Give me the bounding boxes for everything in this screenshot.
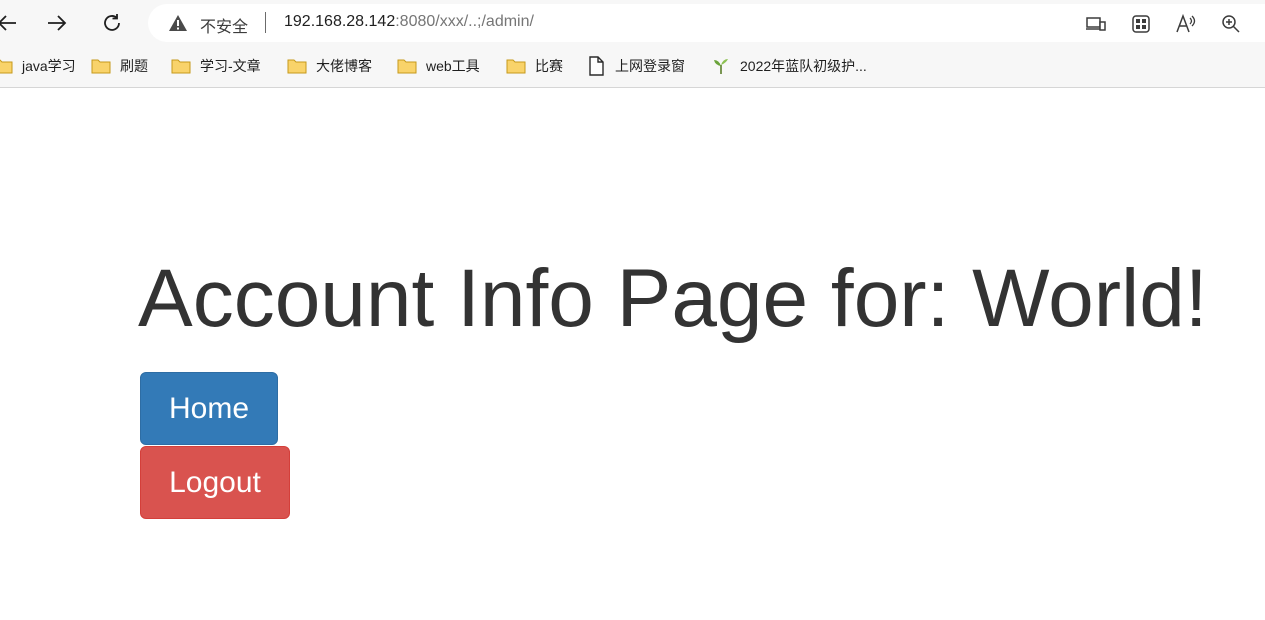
url-text[interactable]: 192.168.28.142:8080/xxx/..;/admin/: [284, 13, 534, 31]
bookmark-competitions[interactable]: 比赛: [505, 55, 563, 77]
bookmark-label: 刷题: [120, 58, 148, 74]
sprout-icon: [710, 57, 732, 75]
bookmark-label: 比赛: [535, 58, 563, 74]
address-bar[interactable]: 不安全 192.168.28.142:8080/xxx/..;/admin/: [148, 4, 1265, 42]
page-icon: [585, 56, 607, 76]
device-icon[interactable]: [1085, 13, 1107, 35]
folder-icon: [170, 57, 192, 75]
folder-icon: [505, 57, 527, 75]
bookmark-study-articles[interactable]: 学习-文章: [170, 55, 261, 77]
bookmark-label: java学习: [22, 58, 76, 74]
folder-icon: [90, 57, 112, 75]
logout-button[interactable]: Logout: [140, 446, 290, 519]
bookmark-shuati[interactable]: 刷题: [90, 55, 148, 77]
folder-icon: [396, 57, 418, 75]
home-button[interactable]: Home: [140, 372, 278, 445]
address-separator: [265, 12, 266, 33]
warning-icon[interactable]: [168, 14, 188, 32]
bookmark-label: 2022年蓝队初级护...: [740, 58, 867, 74]
apps-icon[interactable]: [1130, 13, 1152, 35]
forward-icon[interactable]: [42, 8, 72, 38]
bookmark-label: 学习-文章: [200, 58, 261, 74]
bookmark-login-portal[interactable]: 上网登录窗: [585, 55, 685, 77]
read-aloud-icon[interactable]: [1175, 13, 1197, 35]
security-label[interactable]: 不安全: [200, 13, 248, 37]
url-host: 192.168.28.142: [284, 13, 396, 30]
bookmark-label: web工具: [426, 58, 480, 74]
url-path: :8080/xxx/..;/admin/: [395, 13, 534, 30]
folder-icon: [0, 57, 14, 75]
bookmark-java[interactable]: java学习: [0, 55, 76, 77]
page-title: Account Info Page for: World!: [138, 253, 1208, 344]
reload-icon[interactable]: [97, 8, 127, 38]
bookmark-blue-team[interactable]: 2022年蓝队初级护...: [710, 55, 867, 77]
bookmarks-bar: java学习 刷题 学习-文章 大佬博客 web工具 比赛 上网登录窗 2022…: [0, 46, 1265, 88]
bookmark-blogs[interactable]: 大佬博客: [286, 55, 372, 77]
bookmark-web-tools[interactable]: web工具: [396, 55, 480, 77]
zoom-icon[interactable]: [1220, 13, 1242, 35]
bookmark-label: 大佬博客: [316, 58, 372, 74]
folder-icon: [286, 57, 308, 75]
browser-toolbar: 不安全 192.168.28.142:8080/xxx/..;/admin/: [0, 0, 1265, 46]
back-icon[interactable]: [0, 8, 22, 38]
bookmark-label: 上网登录窗: [615, 58, 685, 74]
